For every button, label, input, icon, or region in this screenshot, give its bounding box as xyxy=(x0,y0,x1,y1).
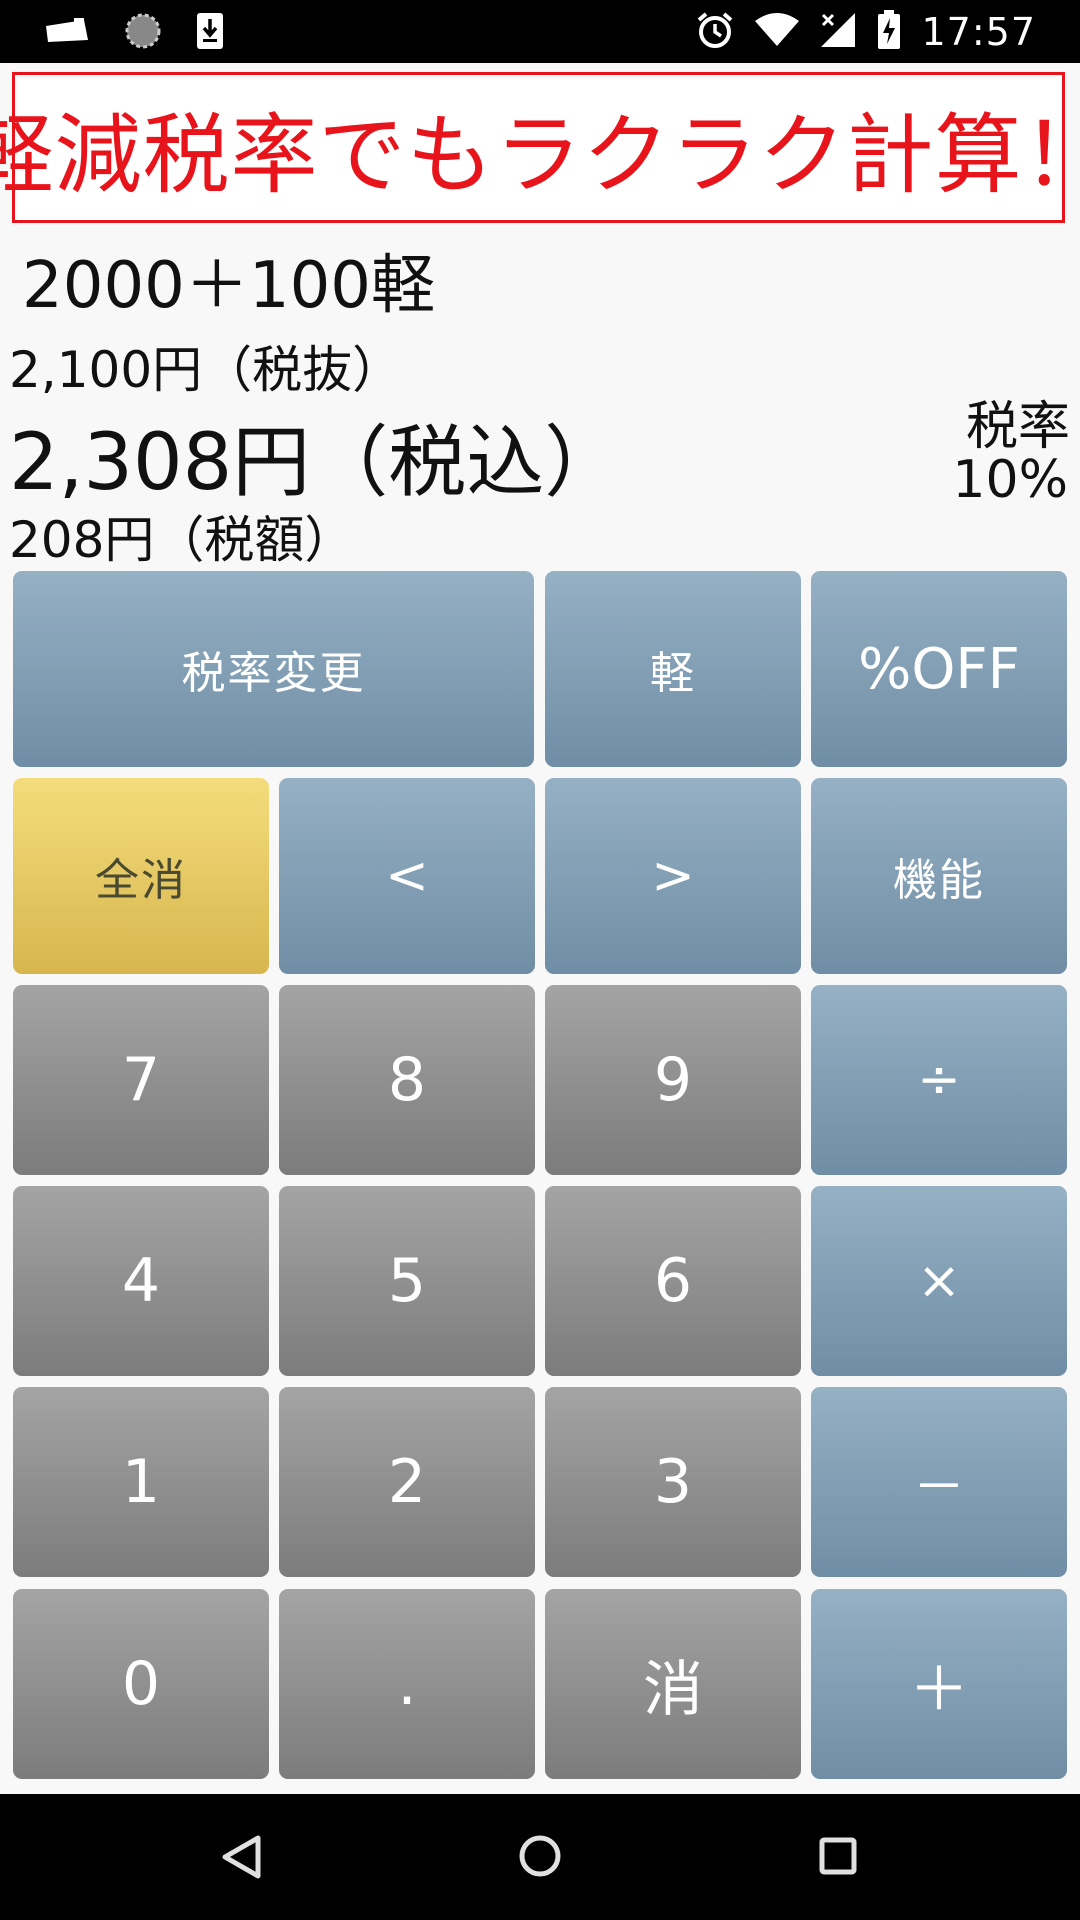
cursor-left-button[interactable]: < xyxy=(279,778,535,974)
pre-tax-amount: 2,100円（税抜） xyxy=(9,341,403,399)
battery-charging-icon xyxy=(877,9,901,54)
digit-9-button[interactable]: 9 xyxy=(545,985,801,1175)
wifi-icon xyxy=(755,12,800,51)
promo-banner: 軽減税率でもラクラク計算！ xyxy=(0,72,1080,223)
digit-3-button[interactable]: 3 xyxy=(545,1387,801,1577)
digit-7-button[interactable]: 7 xyxy=(13,985,269,1175)
status-bar-right: 17:57 xyxy=(695,0,1036,63)
subtract-button[interactable]: － xyxy=(811,1387,1067,1577)
notification-tag-icon xyxy=(44,18,90,48)
tax-rate-label: 税率 xyxy=(965,397,1070,457)
digit-0-button[interactable]: 0 xyxy=(13,1589,269,1779)
download-icon xyxy=(196,12,224,54)
clear-all-button[interactable]: 全消 xyxy=(13,778,269,974)
percent-off-button[interactable]: %OFF xyxy=(811,571,1067,767)
tax-rate-value: 10% xyxy=(952,450,1068,510)
status-time: 17:57 xyxy=(921,9,1036,54)
back-icon[interactable] xyxy=(220,1834,262,1884)
digit-4-button[interactable]: 4 xyxy=(13,1186,269,1376)
digit-1-button[interactable]: 1 xyxy=(13,1387,269,1577)
digit-8-button[interactable]: 8 xyxy=(279,985,535,1175)
expression-display: 2000＋100軽 xyxy=(22,249,436,323)
decimal-point-button[interactable]: . xyxy=(279,1589,535,1779)
multiply-button[interactable]: × xyxy=(811,1186,1067,1376)
divide-button[interactable]: ÷ xyxy=(811,985,1067,1175)
status-bar-left xyxy=(44,12,224,54)
banner-text: 軽減税率でもラクラク計算！ xyxy=(0,103,1080,206)
digit-6-button[interactable]: 6 xyxy=(545,1186,801,1376)
signal-icon xyxy=(819,11,857,53)
recents-icon[interactable] xyxy=(818,1836,858,1880)
backspace-button[interactable]: 消 xyxy=(545,1589,801,1779)
add-button[interactable]: ＋ xyxy=(811,1589,1067,1779)
digit-5-button[interactable]: 5 xyxy=(279,1186,535,1376)
alarm-icon xyxy=(695,10,735,54)
reduced-rate-button[interactable]: 軽 xyxy=(545,571,801,767)
home-icon[interactable] xyxy=(518,1834,562,1882)
change-tax-rate-button[interactable]: 税率変更 xyxy=(13,571,534,767)
digit-2-button[interactable]: 2 xyxy=(279,1387,535,1577)
status-bar: 17:57 xyxy=(0,0,1080,63)
function-menu-button[interactable]: 機能 xyxy=(811,778,1067,974)
loading-circle-icon xyxy=(124,12,162,54)
calculator-screen: 17:57 軽減税率でもラクラク計算！ 2000＋100軽 2,100円（税抜）… xyxy=(0,0,1080,1920)
tax-amount: 208円（税額） xyxy=(9,511,355,569)
tax-included-amount: 2,308円（税込） xyxy=(9,418,623,508)
cursor-right-button[interactable]: > xyxy=(545,778,801,974)
navigation-bar xyxy=(0,1794,1080,1920)
